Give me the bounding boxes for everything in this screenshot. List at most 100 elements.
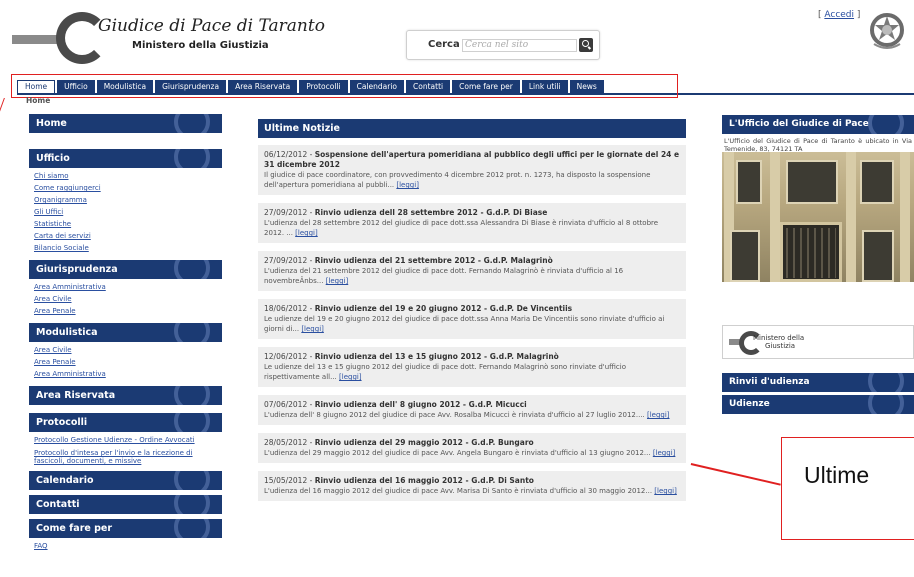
sidebar-link[interactable]: Area Civile bbox=[34, 293, 222, 305]
news-date: 06/12/2012 - bbox=[264, 150, 315, 159]
site-logo[interactable]: Giudice di Pace di Taranto Ministero del… bbox=[12, 8, 325, 68]
sidebar-heading-calendario[interactable]: Calendario bbox=[29, 471, 222, 490]
sidebar-heading-come-fare-per[interactable]: Come fare per bbox=[29, 519, 222, 538]
read-more-link[interactable]: [leggi] bbox=[301, 325, 324, 333]
sidebar-home[interactable]: Home bbox=[29, 114, 222, 133]
news-title[interactable]: Rinvio udienza dell 28 settembre 2012 - … bbox=[315, 208, 548, 217]
sidebar-link[interactable]: Carta dei servizi bbox=[34, 230, 222, 242]
news-title[interactable]: Rinvio udienza del 21 settembre 2012 - G… bbox=[315, 256, 553, 265]
sidebar-links-protocolli: Protocollo Gestione Udienze - Ordine Avv… bbox=[29, 432, 222, 471]
sidebar-link[interactable]: Bilancio Sociale bbox=[34, 242, 222, 254]
news-item: 06/12/2012 - Sospensione dell'apertura p… bbox=[258, 145, 686, 195]
site-header: Giudice di Pace di Taranto Ministero del… bbox=[0, 0, 914, 78]
news-excerpt: Le udienze del 13 e 15 giugno 2012 del g… bbox=[264, 363, 626, 381]
sidebar-link[interactable]: FAQ bbox=[34, 540, 222, 552]
rinvii-udienza-link[interactable]: Rinvii d'udienza bbox=[722, 373, 914, 392]
read-more-link[interactable]: [leggi] bbox=[647, 411, 670, 419]
search-input[interactable]: Cerca nel sito bbox=[462, 39, 577, 52]
ministry-label: Ministero della bbox=[753, 334, 805, 342]
sidebar-links-giurisprudenza: Area Amministrativa Area Civile Area Pen… bbox=[29, 279, 222, 323]
sidebar-link[interactable]: Chi siamo bbox=[34, 170, 222, 182]
annotation-nav-highlight bbox=[11, 74, 678, 98]
news-item: 18/06/2012 - Rinvio udienze del 19 e 20 … bbox=[258, 299, 686, 339]
read-more-link[interactable]: [leggi] bbox=[339, 373, 362, 381]
news-date: 27/09/2012 - bbox=[264, 208, 315, 217]
news-column: Ultime Notizie 06/12/2012 - Sospensione … bbox=[258, 119, 686, 509]
sidebar-link[interactable]: Statistiche bbox=[34, 218, 222, 230]
news-date: 15/05/2012 - bbox=[264, 476, 315, 485]
news-item: 15/05/2012 - Rinvio udienza del 16 maggi… bbox=[258, 471, 686, 501]
sidebar-links-modulistica: Area Civile Area Penale Area Amministrat… bbox=[29, 342, 222, 386]
sidebar-links-ufficio: Chi siamo Come raggiungerci Organigramma… bbox=[29, 168, 222, 260]
news-title[interactable]: Rinvio udienza del 13 e 15 giugno 2012 -… bbox=[315, 352, 559, 361]
office-building-photo bbox=[722, 152, 914, 282]
news-title[interactable]: Sospensione dell'apertura pomeridiana al… bbox=[264, 150, 679, 169]
left-sidebar: Home Ufficio Chi siamo Come raggiungerci… bbox=[29, 114, 222, 558]
sidebar-link[interactable]: Gli Uffici bbox=[34, 206, 222, 218]
sidebar-link[interactable]: Area Penale bbox=[34, 305, 222, 317]
right-sidebar: L'Ufficio del Giudice di Pace L'Ufficio … bbox=[722, 115, 914, 414]
news-date: 18/06/2012 - bbox=[264, 304, 315, 313]
annotation-callout-text: Ultime bbox=[804, 462, 870, 488]
read-more-link[interactable]: [leggi] bbox=[396, 181, 419, 189]
news-date: 12/06/2012 - bbox=[264, 352, 315, 361]
breadcrumb: Home bbox=[26, 96, 51, 105]
sidebar-heading-modulistica[interactable]: Modulistica bbox=[29, 323, 222, 342]
news-date: 28/05/2012 - bbox=[264, 438, 315, 447]
news-heading: Ultime Notizie bbox=[258, 119, 686, 138]
sidebar-link[interactable]: Area Penale bbox=[34, 356, 222, 368]
news-excerpt: L'udienza del 28 settembre 2012 del giud… bbox=[264, 219, 659, 237]
udienze-link[interactable]: Udienze bbox=[722, 395, 914, 414]
news-item: 07/06/2012 - Rinvio udienza dell' 8 giug… bbox=[258, 395, 686, 425]
news-item: 12/06/2012 - Rinvio udienza del 13 e 15 … bbox=[258, 347, 686, 387]
login-bracket-close: ] bbox=[854, 10, 861, 20]
sidebar-link[interactable]: Protocollo Gestione Udienze - Ordine Avv… bbox=[34, 434, 222, 446]
news-excerpt: L'udienza del 29 maggio 2012 del giudice… bbox=[264, 449, 653, 457]
sidebar-link[interactable]: Protocollo d'intesa per l'invio e la ric… bbox=[34, 449, 222, 465]
annotation-callout: Ultime bbox=[781, 437, 914, 540]
read-more-link[interactable]: [leggi] bbox=[654, 487, 677, 495]
sidebar-link[interactable]: Area Amministrativa bbox=[34, 281, 222, 293]
ministry-label-2: Giustizia bbox=[765, 342, 796, 350]
sidebar-link[interactable]: Area Amministrativa bbox=[34, 368, 222, 380]
news-excerpt: L'udienza del 21 settembre 2012 del giud… bbox=[264, 267, 624, 285]
ministry-banner-link[interactable]: Ministero della Giustizia bbox=[722, 325, 914, 359]
news-item: 28/05/2012 - Rinvio udienza del 29 maggi… bbox=[258, 433, 686, 463]
sidebar-heading-ufficio[interactable]: Ufficio bbox=[29, 149, 222, 168]
sidebar-link[interactable]: Come raggiungerci bbox=[34, 182, 222, 194]
annotation-pointer bbox=[0, 98, 14, 114]
read-more-link[interactable]: [leggi] bbox=[653, 449, 676, 457]
logo-bar bbox=[12, 35, 60, 44]
search-box: Cerca Cerca nel sito bbox=[406, 30, 600, 60]
sidebar-link[interactable]: Area Civile bbox=[34, 344, 222, 356]
sidebar-heading-protocolli[interactable]: Protocolli bbox=[29, 413, 222, 432]
read-more-link[interactable]: [leggi] bbox=[295, 229, 318, 237]
login-area: [ Accedi ] bbox=[818, 10, 860, 20]
sidebar-link[interactable]: Organigramma bbox=[34, 194, 222, 206]
news-date: 27/09/2012 - bbox=[264, 256, 315, 265]
news-title[interactable]: Rinvio udienza del 16 maggio 2012 - G.d.… bbox=[315, 476, 534, 485]
annotation-callout-line bbox=[690, 463, 781, 486]
news-excerpt: Le udienze del 19 e 20 giugno 2012 del g… bbox=[264, 315, 665, 333]
news-item: 27/09/2012 - Rinvio udienza dell 28 sett… bbox=[258, 203, 686, 243]
news-excerpt: Il giudice di pace coordinatore, con pro… bbox=[264, 171, 651, 189]
news-date: 07/06/2012 - bbox=[264, 400, 315, 409]
login-link[interactable]: Accedi bbox=[824, 10, 854, 20]
sidebar-heading-giurisprudenza[interactable]: Giurisprudenza bbox=[29, 260, 222, 279]
sidebar-heading-contatti[interactable]: Contatti bbox=[29, 495, 222, 514]
office-address: L'Ufficio del Giudice di Pace di Taranto… bbox=[724, 137, 912, 152]
site-title: Giudice di Pace di Taranto bbox=[98, 16, 325, 36]
republic-emblem-icon bbox=[870, 13, 904, 49]
news-title[interactable]: Rinvio udienza dell' 8 giugno 2012 - G.d… bbox=[315, 400, 527, 409]
news-title[interactable]: Rinvio udienza del 29 maggio 2012 - G.d.… bbox=[315, 438, 534, 447]
news-item: 27/09/2012 - Rinvio udienza del 21 sette… bbox=[258, 251, 686, 291]
sidebar-links-come-fare-per: FAQ bbox=[29, 538, 222, 558]
news-title[interactable]: Rinvio udienze del 19 e 20 giugno 2012 -… bbox=[315, 304, 572, 313]
office-heading: L'Ufficio del Giudice di Pace bbox=[722, 115, 914, 134]
sidebar-heading-area-riservata[interactable]: Area Riservata bbox=[29, 386, 222, 405]
news-excerpt: L'udienza dell' 8 giugno 2012 del giudic… bbox=[264, 411, 647, 419]
read-more-link[interactable]: [leggi] bbox=[326, 277, 349, 285]
search-icon[interactable] bbox=[579, 38, 593, 52]
search-label: Cerca bbox=[428, 39, 460, 50]
news-excerpt: L'udienza del 16 maggio 2012 del giudice… bbox=[264, 487, 655, 495]
